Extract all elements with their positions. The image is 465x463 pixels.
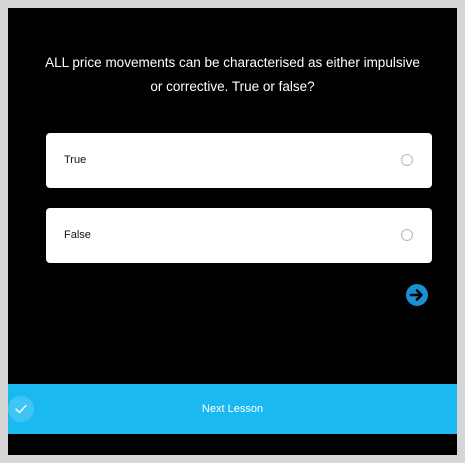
next-lesson-label: Next Lesson — [201, 403, 264, 415]
arrow-right-circle-icon[interactable] — [406, 284, 428, 306]
next-lesson-button[interactable]: Next Lesson — [8, 384, 457, 434]
quiz-question: ALL price movements can be characterised… — [45, 55, 420, 94]
answer-option-label: True — [64, 154, 87, 166]
lesson-panel: ALL price movements can be characterised… — [8, 8, 457, 455]
radio-circle-icon[interactable] — [401, 154, 413, 166]
answer-option-label: False — [64, 229, 91, 241]
answer-option-false[interactable]: False — [46, 208, 432, 263]
answer-option-true[interactable]: True — [46, 133, 432, 188]
radio-circle-icon[interactable] — [401, 229, 413, 241]
